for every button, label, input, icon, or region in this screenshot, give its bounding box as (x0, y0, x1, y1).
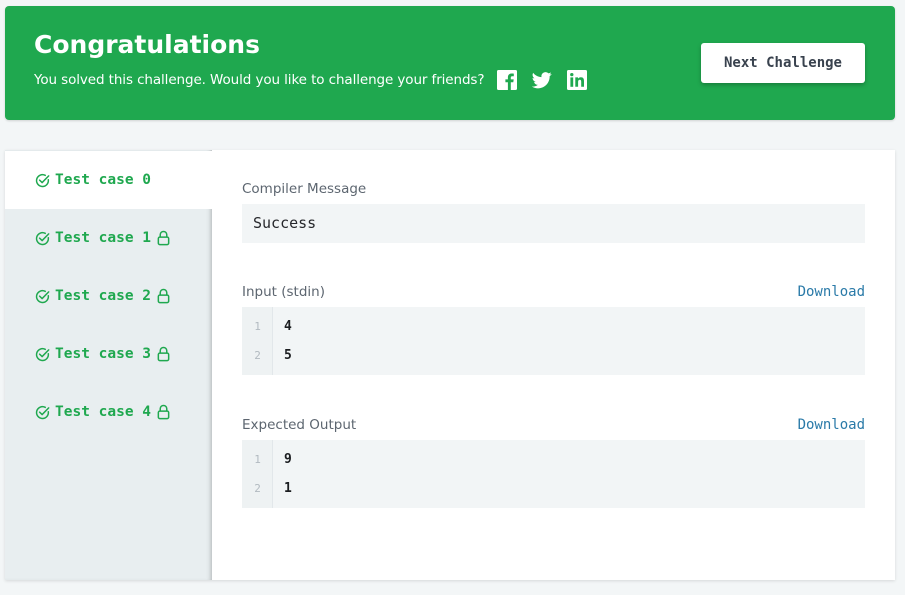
line-value: 4 (284, 319, 292, 334)
code-line: 2 5 (242, 341, 865, 370)
tab-test-case-2[interactable]: Test case 2 (5, 267, 212, 325)
check-circle-icon (35, 231, 50, 245)
test-case-label: Test case 1 (55, 230, 152, 246)
line-number: 2 (254, 349, 261, 362)
test-case-label: Test case 4 (55, 404, 152, 420)
compiler-message-box: Success (242, 204, 865, 243)
tab-test-case-0[interactable]: Test case 0 (5, 151, 212, 209)
banner-subtitle: You solved this challenge. Would you lik… (34, 72, 485, 88)
line-number: 1 (254, 320, 261, 333)
test-case-sidebar: Test case 0 Test case 1 Test case 2 Test… (5, 150, 212, 580)
lock-icon (157, 404, 170, 420)
line-number: 1 (254, 453, 261, 466)
code-line: 1 4 (242, 312, 865, 341)
twitter-icon[interactable] (532, 70, 553, 90)
check-circle-icon (35, 405, 50, 419)
tab-test-case-3[interactable]: Test case 3 (5, 325, 212, 383)
code-line: 1 9 (242, 445, 865, 474)
expected-output-download-link[interactable]: Download (798, 417, 865, 433)
check-circle-icon (35, 347, 50, 361)
line-value: 5 (284, 348, 292, 363)
compiler-message-label: Compiler Message (242, 181, 367, 197)
banner-share-row: You solved this challenge. Would you lik… (34, 68, 602, 92)
tab-test-case-1[interactable]: Test case 1 (5, 209, 212, 267)
tab-test-case-4[interactable]: Test case 4 (5, 383, 212, 441)
expected-output-code-box: 1 9 2 1 (242, 440, 865, 508)
social-share-icons (497, 70, 602, 90)
test-case-label: Test case 0 (55, 172, 152, 188)
linkedin-icon[interactable] (567, 70, 588, 90)
check-circle-icon (35, 173, 50, 187)
input-download-link[interactable]: Download (798, 284, 865, 300)
test-case-label: Test case 3 (55, 346, 152, 362)
congratulations-banner: Congratulations You solved this challeng… (5, 6, 895, 120)
lock-icon (157, 230, 170, 246)
lock-icon (157, 288, 170, 304)
input-label: Input (stdin) (242, 284, 325, 300)
expected-output-label: Expected Output (242, 417, 357, 433)
code-line: 2 1 (242, 474, 865, 503)
line-value: 9 (284, 452, 292, 467)
compiler-message-text: Success (253, 214, 317, 232)
check-circle-icon (35, 289, 50, 303)
lock-icon (157, 346, 170, 362)
facebook-icon[interactable] (497, 70, 518, 90)
next-challenge-button[interactable]: Next Challenge (701, 43, 865, 83)
banner-title: Congratulations (34, 30, 260, 59)
line-value: 1 (284, 481, 292, 496)
line-number: 2 (254, 482, 261, 495)
input-code-box: 1 4 2 5 (242, 307, 865, 375)
test-case-label: Test case 2 (55, 288, 152, 304)
test-results-panel: Test case 0 Test case 1 Test case 2 Test… (5, 150, 895, 580)
